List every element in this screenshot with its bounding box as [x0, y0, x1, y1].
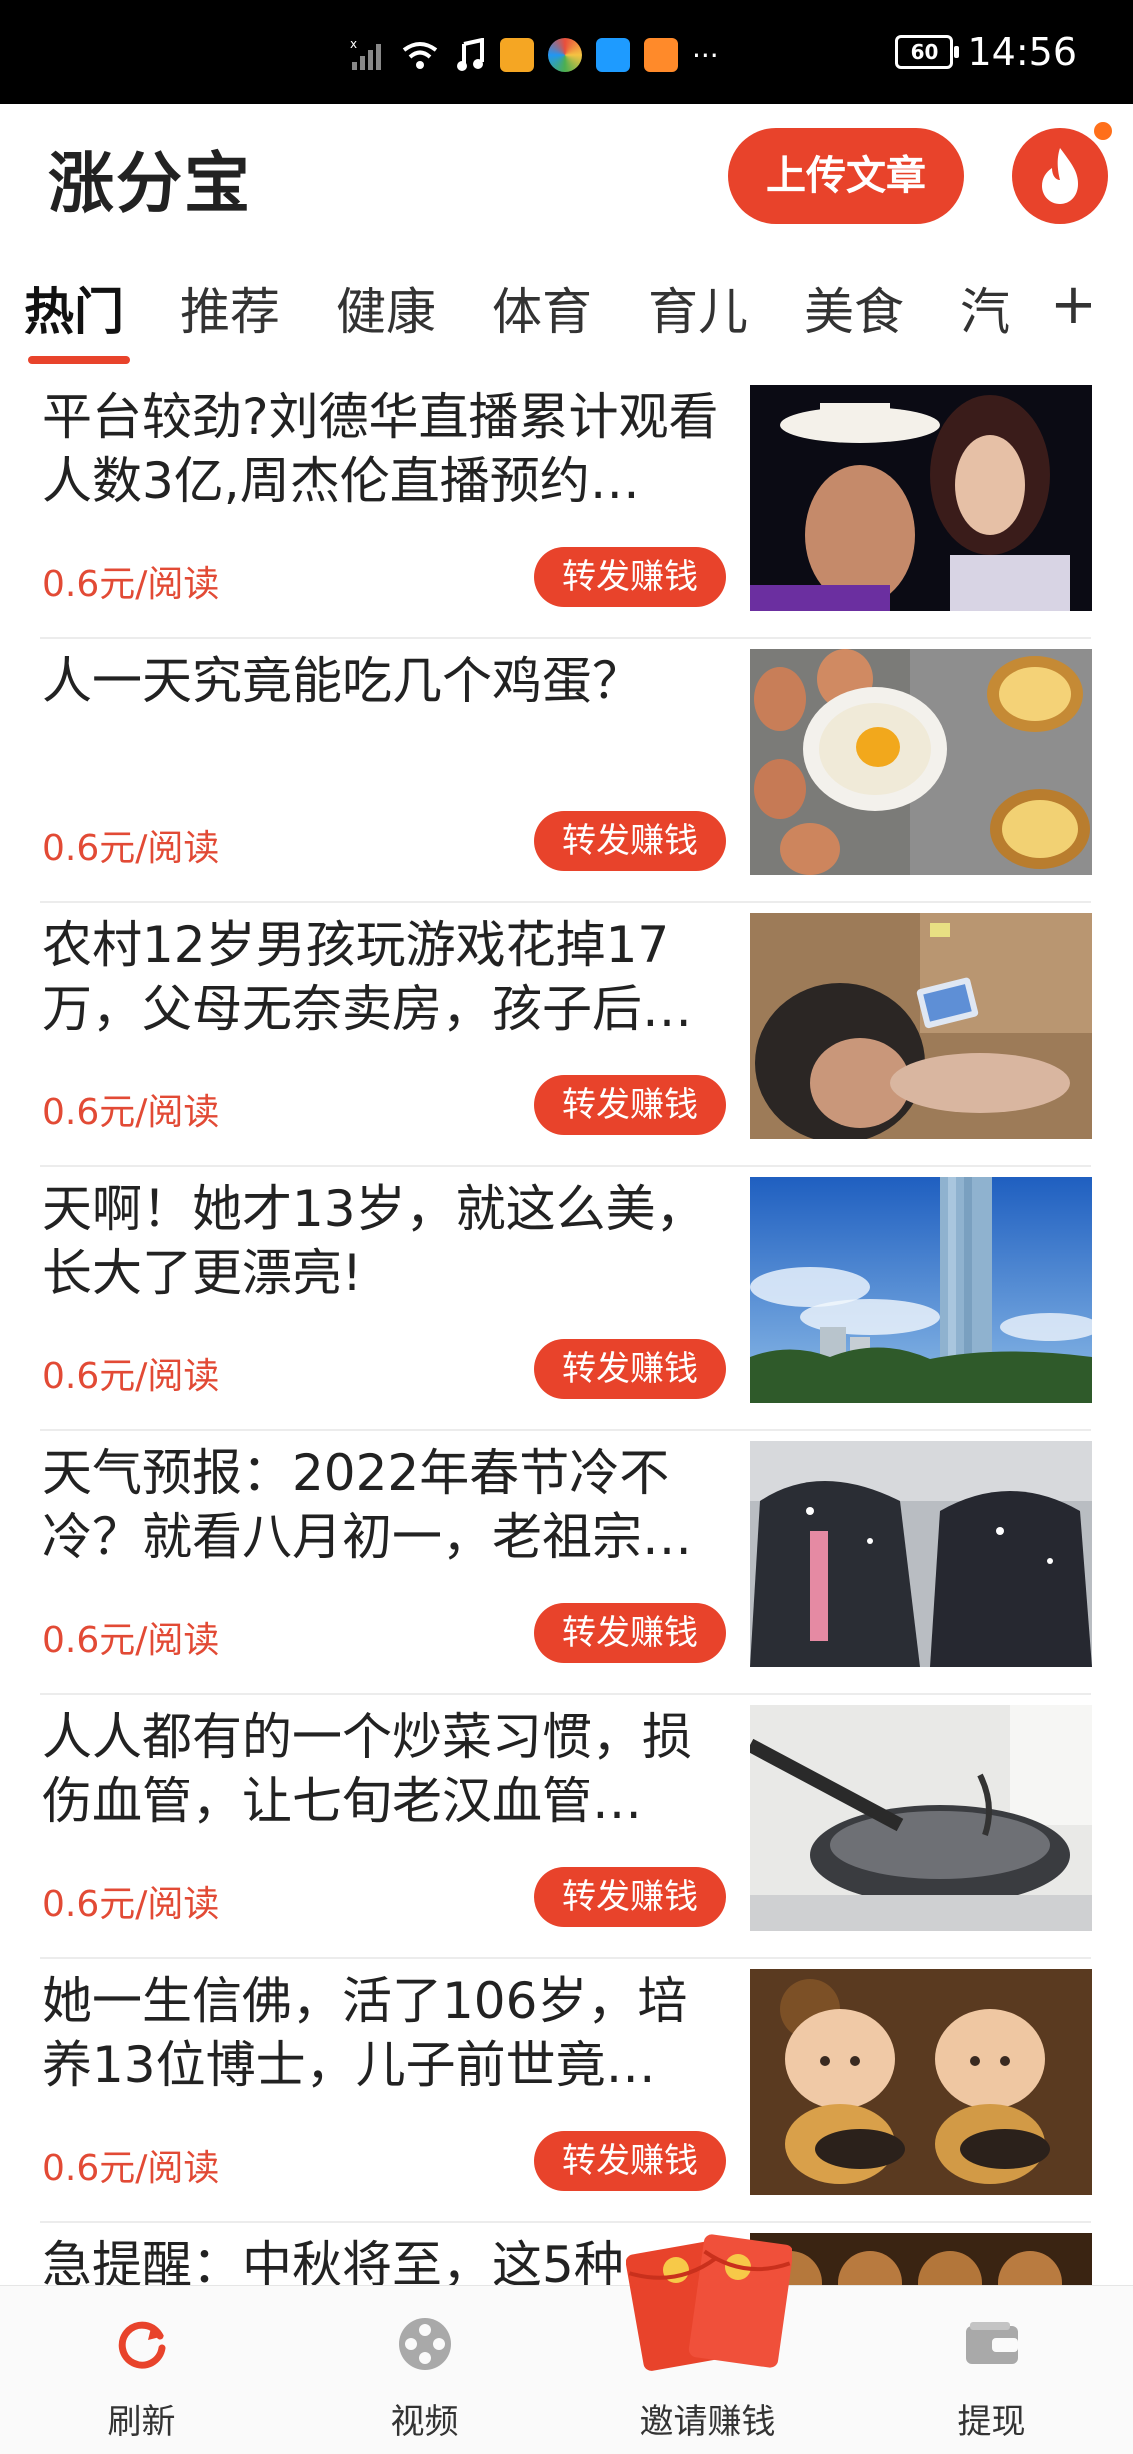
article-title: 急提醒：中秋将至，这5种: [42, 2236, 624, 2285]
price-per-read: 0.6元/阅读: [42, 564, 220, 605]
nav-refresh-label: 刷新: [107, 2402, 176, 2442]
add-tab-button[interactable]: +: [1050, 272, 1097, 337]
app-title: 涨分宝: [48, 145, 252, 222]
svg-text:x: x: [350, 38, 357, 51]
upload-article-button[interactable]: 上传文章: [728, 128, 964, 224]
status-icons: x ···: [350, 38, 719, 72]
article-thumbnail: [750, 1969, 1092, 2195]
play-app-icon: [644, 38, 678, 72]
price-per-read: 0.6元/阅读: [42, 2148, 220, 2189]
list-item[interactable]: 天气预报：2022年春节冷不冷？就看八月初一，老祖宗… 0.6元/阅读 转发赚钱: [0, 1431, 1133, 1695]
clock: 14:56: [967, 30, 1077, 74]
share-earn-button[interactable]: 转发赚钱: [534, 811, 726, 871]
status-bar: x ··· 60 14:56: [0, 0, 1133, 104]
article-title: 人人都有的一个炒菜习惯，损伤血管，让七旬老汉血管…: [42, 1708, 692, 1830]
more-status-text: ···: [692, 38, 719, 72]
list-item[interactable]: 农村12岁男孩玩游戏花掉17万，父母无奈卖房，孩子后… 0.6元/阅读 转发赚钱: [0, 903, 1133, 1167]
tab-hot[interactable]: 热门: [24, 272, 124, 344]
nav-withdraw[interactable]: 提现: [850, 2286, 1133, 2454]
film-reel-icon: [398, 2318, 451, 2370]
share-earn-button[interactable]: 转发赚钱: [534, 1339, 726, 1399]
article-thumbnail: [750, 1441, 1092, 1667]
runner-app-icon: [500, 38, 534, 72]
tab-sports[interactable]: 体育: [492, 272, 592, 344]
share-earn-button[interactable]: 转发赚钱: [534, 2131, 726, 2191]
nav-invite-label: 邀请赚钱: [639, 2402, 776, 2442]
nav-refresh[interactable]: 刷新: [0, 2286, 283, 2454]
wallet-icon: [965, 2322, 1018, 2364]
article-title: 天啊！她才13岁，就这么美，长大了更漂亮!: [42, 1180, 706, 1302]
article-thumbnail: [750, 385, 1092, 611]
nav-video[interactable]: 视频: [283, 2286, 566, 2454]
price-per-read: 0.6元/阅读: [42, 1356, 220, 1397]
list-item[interactable]: 人人都有的一个炒菜习惯，损伤血管，让七旬老汉血管… 0.6元/阅读 转发赚钱: [0, 1695, 1133, 1959]
nav-video-label: 视频: [390, 2402, 459, 2442]
refresh-icon: [118, 2321, 165, 2369]
battery-indicator: 60: [895, 35, 960, 69]
fire-icon: [1042, 148, 1078, 204]
category-tabs: 热门 推荐 健康 体育 育儿 美食 汽 +: [24, 272, 1124, 352]
price-per-read: 0.6元/阅读: [42, 1620, 220, 1661]
notification-dot: [1094, 122, 1112, 140]
article-thumbnail: [750, 649, 1092, 875]
tab-auto[interactable]: 汽: [960, 272, 1010, 344]
article-title: 人一天究竟能吃几个鸡蛋？: [42, 652, 642, 710]
article-thumbnail: [750, 913, 1092, 1139]
article-thumbnail: [750, 1177, 1092, 1403]
article-title: 农村12岁男孩玩游戏花掉17万，父母无奈卖房，孩子后…: [42, 916, 692, 1038]
share-earn-button[interactable]: 转发赚钱: [534, 547, 726, 607]
article-title: 平台较劲?刘德华直播累计观看人数3亿,周杰伦直播预约…: [42, 388, 719, 510]
price-per-read: 0.6元/阅读: [42, 1092, 220, 1133]
bottom-nav: 刷新 视频 邀请赚钱 提现: [0, 2285, 1133, 2454]
hot-button[interactable]: [1012, 122, 1112, 224]
list-item[interactable]: 平台较劲?刘德华直播累计观看人数3亿,周杰伦直播预约… 0.6元/阅读 转发赚钱: [0, 375, 1133, 639]
search-app-icon: [596, 38, 630, 72]
price-per-read: 0.6元/阅读: [42, 1884, 220, 1925]
list-item[interactable]: 天啊！她才13岁，就这么美，长大了更漂亮! 0.6元/阅读 转发赚钱: [0, 1167, 1133, 1431]
tab-health[interactable]: 健康: [336, 272, 436, 344]
list-item[interactable]: 她一生信佛，活了106岁，培养13位博士，儿子前世竟… 0.6元/阅读 转发赚钱: [0, 1959, 1133, 2223]
article-feed: 平台较劲?刘德华直播累计观看人数3亿,周杰伦直播预约… 0.6元/阅读 转发赚钱…: [0, 375, 1133, 2285]
wifi-icon: [402, 42, 438, 69]
article-thumbnail: [750, 1705, 1092, 1931]
article-title: 她一生信佛，活了106岁，培养13位博士，儿子前世竟…: [42, 1972, 688, 2094]
nav-withdraw-label: 提现: [957, 2402, 1026, 2442]
list-item[interactable]: 人一天究竟能吃几个鸡蛋？ 0.6元/阅读 转发赚钱: [0, 639, 1133, 903]
article-thumbnail: [750, 2233, 1092, 2285]
price-per-read: 0.6元/阅读: [42, 828, 220, 869]
active-tab-indicator: [28, 356, 130, 364]
signal-icon: x: [350, 38, 381, 70]
share-earn-button[interactable]: 转发赚钱: [534, 1867, 726, 1927]
red-packet-icon[interactable]: [626, 2225, 792, 2375]
list-item[interactable]: 急提醒：中秋将至，这5种: [0, 2223, 1133, 2285]
tab-parenting[interactable]: 育儿: [648, 272, 748, 344]
tab-recommend[interactable]: 推荐: [180, 272, 280, 344]
article-title: 天气预报：2022年春节冷不冷？就看八月初一，老祖宗…: [42, 1444, 692, 1566]
music-icon: [457, 38, 484, 71]
colorful-app-icon: [548, 38, 582, 72]
share-earn-button[interactable]: 转发赚钱: [534, 1075, 726, 1135]
tab-food[interactable]: 美食: [804, 272, 904, 344]
share-earn-button[interactable]: 转发赚钱: [534, 1603, 726, 1663]
